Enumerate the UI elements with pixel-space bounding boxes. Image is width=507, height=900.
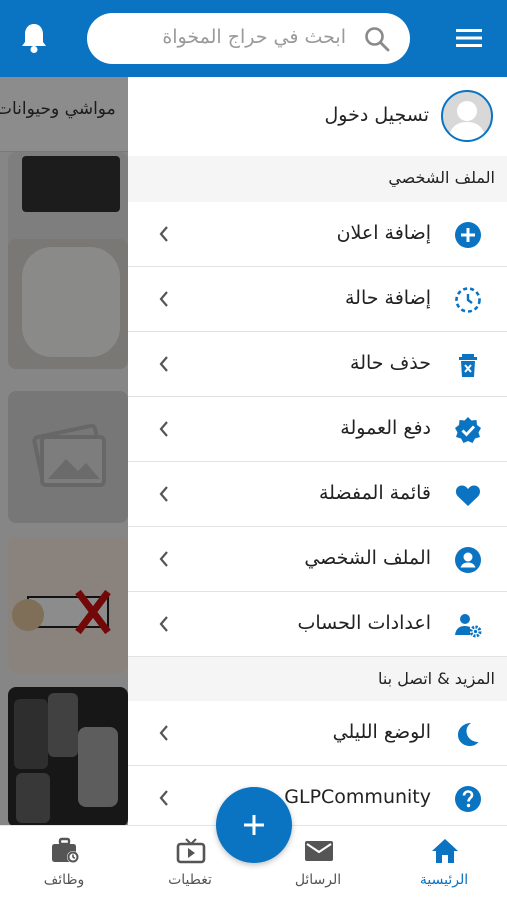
chevron-left-icon: [158, 550, 170, 568]
chevron-left-icon: [158, 485, 170, 503]
chevron-left-icon: [158, 724, 170, 742]
drawer-item-label: إضافة اعلان: [336, 222, 431, 244]
avatar: [441, 90, 493, 142]
tab-home[interactable]: الرئيسية: [394, 826, 494, 900]
section-header-more-contact: المزيد & اتصل بنا: [128, 657, 507, 703]
top-app-bar: ابحث في حراج المخواة: [0, 0, 507, 77]
drawer-item-label: قائمة المفضلة: [319, 482, 431, 504]
search-input[interactable]: ابحث في حراج المخواة: [87, 13, 410, 64]
hamburger-menu-icon[interactable]: [454, 26, 484, 50]
navigation-drawer: تسجيل دخول الملف الشخصي إضافة اعلان إضاف…: [128, 77, 507, 831]
login-row[interactable]: تسجيل دخول: [128, 77, 507, 156]
chevron-left-icon: [158, 355, 170, 373]
drawer-item-label: اعدادات الحساب: [297, 612, 432, 634]
tv-icon: [176, 837, 206, 865]
home-icon: [430, 837, 460, 865]
drawer-item-label: إضافة حالة: [344, 287, 431, 309]
bell-icon[interactable]: [20, 22, 48, 54]
drawer-item-delete-status[interactable]: حذف حالة: [128, 332, 507, 397]
drawer-item-label: حذف حالة: [350, 352, 431, 374]
heart-icon: [454, 481, 482, 509]
drawer-item-account-settings[interactable]: اعدادات الحساب: [128, 592, 507, 657]
section-title: الملف الشخصي: [388, 168, 495, 187]
chevron-left-icon: [158, 420, 170, 438]
account-circle-icon: [454, 546, 482, 574]
clock-dashed-icon: [454, 286, 482, 314]
chevron-left-icon: [158, 615, 170, 633]
drawer-item-dark-mode[interactable]: الوضع الليلي: [128, 701, 507, 766]
tab-label: وظائف: [43, 872, 85, 888]
drawer-item-label: دفع العمولة: [340, 417, 431, 439]
section-header-profile: الملف الشخصي: [128, 156, 507, 202]
add-listing-fab[interactable]: [216, 787, 292, 863]
chevron-left-icon: [158, 225, 170, 243]
login-label: تسجيل دخول: [324, 104, 430, 126]
chevron-left-icon: [158, 789, 170, 807]
drawer-item-favorites[interactable]: قائمة المفضلة: [128, 462, 507, 527]
delete-icon: [454, 351, 482, 379]
drawer-item-label: الملف الشخصي: [304, 547, 431, 569]
moon-icon: [454, 720, 482, 748]
tab-label: تغطيات: [168, 872, 212, 888]
briefcase-icon: [50, 837, 80, 865]
drawer-item-add-status[interactable]: إضافة حالة: [128, 267, 507, 332]
drawer-scrim[interactable]: [0, 77, 128, 825]
section-title: المزيد & اتصل بنا: [377, 669, 495, 688]
drawer-item-label: GLPCommunity: [284, 786, 431, 808]
drawer-item-add-ad[interactable]: إضافة اعلان: [128, 202, 507, 267]
drawer-item-profile[interactable]: الملف الشخصي: [128, 527, 507, 592]
drawer-item-pay-commission[interactable]: دفع العمولة: [128, 397, 507, 462]
search-placeholder: ابحث في حراج المخواة: [162, 26, 346, 48]
tab-label: الرسائل: [294, 872, 342, 888]
tab-jobs[interactable]: وظائف: [14, 826, 114, 900]
chevron-left-icon: [158, 290, 170, 308]
user-settings-icon: [454, 611, 482, 639]
mail-icon: [304, 837, 334, 865]
add-circle-icon: [454, 221, 482, 249]
search-icon: [364, 26, 390, 52]
drawer-item-label: الوضع الليلي: [332, 721, 431, 743]
plus-icon: [244, 815, 264, 835]
help-icon: [454, 785, 482, 813]
verified-badge-icon: [454, 416, 482, 444]
tab-label: الرئيسية: [419, 872, 469, 888]
drawer-item-community[interactable]: GLPCommunity: [128, 766, 507, 831]
